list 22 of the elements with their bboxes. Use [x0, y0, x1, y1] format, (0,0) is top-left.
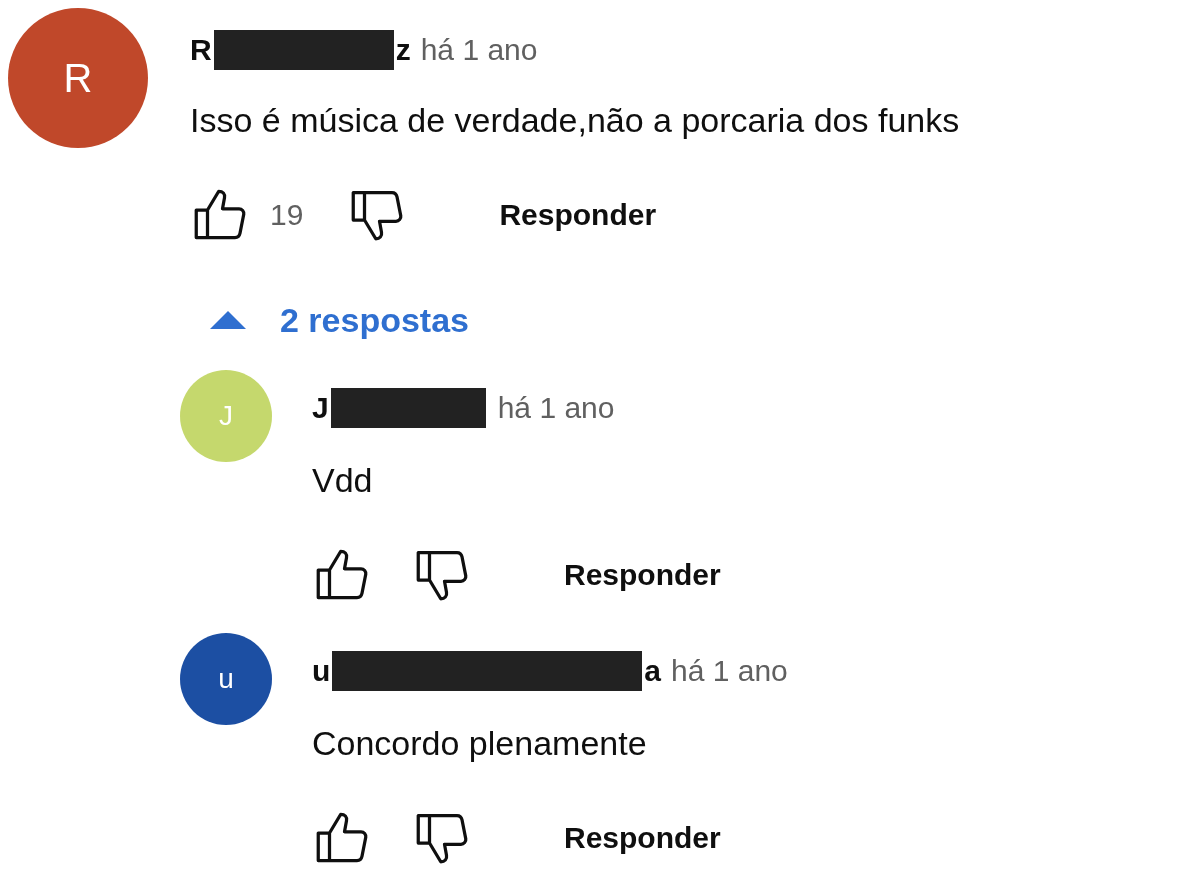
- reply-button[interactable]: Responder: [552, 550, 733, 600]
- author-name[interactable]: J: [312, 391, 329, 425]
- comment-text: Concordo plenamente: [312, 723, 648, 764]
- author-name[interactable]: z: [395, 33, 411, 67]
- reply-button[interactable]: Responder: [487, 190, 669, 240]
- reply-button[interactable]: Responder: [552, 813, 733, 863]
- author-name[interactable]: a: [644, 654, 661, 688]
- comment-time[interactable]: há 1 ano: [671, 654, 788, 688]
- avatar-letter: J: [219, 400, 233, 432]
- comment-text: Isso é música de verdade,não a porcaria dos funks: [190, 100, 960, 141]
- comment-text: Vdd: [312, 460, 374, 501]
- user-avatar[interactable]: u: [180, 633, 272, 725]
- user-avatar[interactable]: R: [8, 8, 148, 148]
- author-name[interactable]: R: [190, 33, 212, 67]
- avatar-letter: u: [218, 663, 234, 695]
- comment-time[interactable]: há 1 ano: [497, 391, 615, 425]
- like-count: 19: [270, 198, 304, 232]
- replies-toggle[interactable]: 2 respostas: [200, 295, 479, 345]
- caret-up-icon: [210, 311, 246, 329]
- avatar-letter: R: [63, 55, 93, 101]
- author-name[interactable]: u: [312, 654, 331, 688]
- comment-time[interactable]: há 1 ano: [420, 33, 538, 67]
